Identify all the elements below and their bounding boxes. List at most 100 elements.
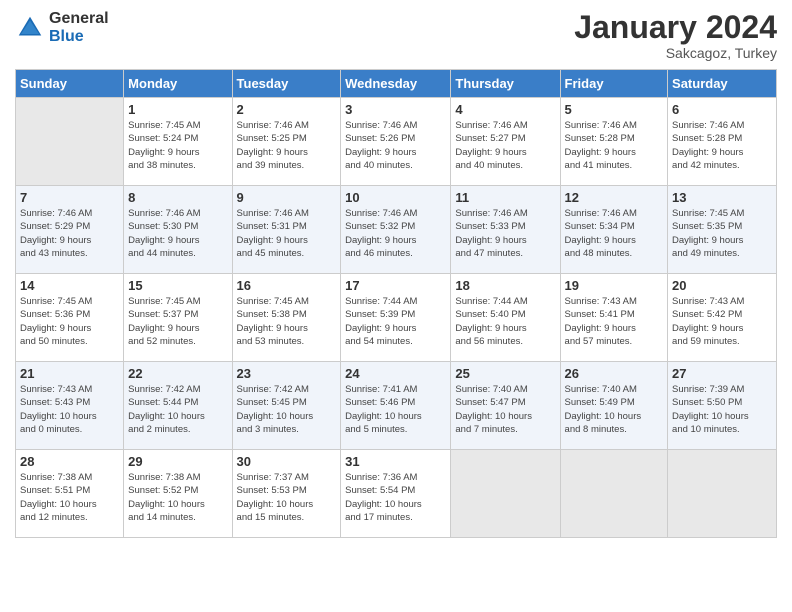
day-info: Sunrise: 7:46 AM Sunset: 5:28 PM Dayligh… (672, 119, 772, 172)
day-info: Sunrise: 7:46 AM Sunset: 5:33 PM Dayligh… (455, 207, 555, 260)
day-number: 28 (20, 454, 119, 469)
day-number: 8 (128, 190, 227, 205)
day-number: 30 (237, 454, 337, 469)
day-info: Sunrise: 7:45 AM Sunset: 5:37 PM Dayligh… (128, 295, 227, 348)
day-info: Sunrise: 7:45 AM Sunset: 5:36 PM Dayligh… (20, 295, 119, 348)
month-title: January 2024 (574, 10, 777, 45)
header: General Blue January 2024 Sakcagoz, Turk… (15, 10, 777, 61)
calendar-header: SundayMondayTuesdayWednesdayThursdayFrid… (16, 70, 777, 98)
day-number: 1 (128, 102, 227, 117)
calendar-cell: 15 Sunrise: 7:45 AM Sunset: 5:37 PM Dayli… (124, 274, 232, 362)
calendar-table: SundayMondayTuesdayWednesdayThursdayFrid… (15, 69, 777, 538)
day-number: 2 (237, 102, 337, 117)
calendar-cell: 18Sunrise: 7:44 AM Sunset: 5:40 PM Dayli… (451, 274, 560, 362)
day-info: Sunrise: 7:44 AM Sunset: 5:39 PM Dayligh… (345, 295, 446, 348)
day-info: Sunrise: 7:43 AM Sunset: 5:42 PM Dayligh… (672, 295, 772, 348)
week-row-4: 21Sunrise: 7:43 AM Sunset: 5:43 PM Dayli… (16, 362, 777, 450)
day-info: Sunrise: 7:45 AM Sunset: 5:24 PM Dayligh… (128, 119, 227, 172)
title-area: January 2024 Sakcagoz, Turkey (574, 10, 777, 61)
day-info: Sunrise: 7:36 AM Sunset: 5:54 PM Dayligh… (345, 471, 446, 524)
calendar-cell: 25Sunrise: 7:40 AM Sunset: 5:47 PM Dayli… (451, 362, 560, 450)
day-number: 16 (237, 278, 337, 293)
calendar-cell: 8 Sunrise: 7:46 AM Sunset: 5:30 PM Daylig… (124, 186, 232, 274)
week-row-2: 7 Sunrise: 7:46 AM Sunset: 5:29 PM Daylig… (16, 186, 777, 274)
calendar-cell: 12Sunrise: 7:46 AM Sunset: 5:34 PM Dayli… (560, 186, 668, 274)
calendar-cell: 9Sunrise: 7:46 AM Sunset: 5:31 PM Daylig… (232, 186, 341, 274)
day-info: Sunrise: 7:46 AM Sunset: 5:32 PM Dayligh… (345, 207, 446, 260)
page: General Blue January 2024 Sakcagoz, Turk… (0, 0, 792, 612)
day-number: 15 (128, 278, 227, 293)
calendar-cell: 19 Sunrise: 7:43 AM Sunset: 5:41 PM Dayli… (560, 274, 668, 362)
day-info: Sunrise: 7:46 AM Sunset: 5:34 PM Dayligh… (565, 207, 664, 260)
day-number: 31 (345, 454, 446, 469)
logo-blue: Blue (49, 28, 109, 46)
day-number: 29 (128, 454, 227, 469)
day-info: Sunrise: 7:40 AM Sunset: 5:49 PM Dayligh… (565, 383, 664, 436)
day-number: 26 (565, 366, 664, 381)
logo-general: General (49, 10, 109, 28)
day-header-monday: Monday (124, 70, 232, 98)
day-info: Sunrise: 7:46 AM Sunset: 5:26 PM Dayligh… (345, 119, 446, 172)
day-number: 3 (345, 102, 446, 117)
day-info: Sunrise: 7:42 AM Sunset: 5:45 PM Dayligh… (237, 383, 337, 436)
calendar-cell: 4Sunrise: 7:46 AM Sunset: 5:27 PM Daylig… (451, 98, 560, 186)
day-number: 11 (455, 190, 555, 205)
day-info: Sunrise: 7:46 AM Sunset: 5:30 PM Dayligh… (128, 207, 227, 260)
day-number: 6 (672, 102, 772, 117)
calendar-cell (451, 450, 560, 538)
calendar-cell: 29Sunrise: 7:38 AM Sunset: 5:52 PM Dayli… (124, 450, 232, 538)
day-info: Sunrise: 7:45 AM Sunset: 5:38 PM Dayligh… (237, 295, 337, 348)
day-number: 21 (20, 366, 119, 381)
day-header-saturday: Saturday (668, 70, 777, 98)
day-info: Sunrise: 7:37 AM Sunset: 5:53 PM Dayligh… (237, 471, 337, 524)
calendar-cell: 7 Sunrise: 7:46 AM Sunset: 5:29 PM Daylig… (16, 186, 124, 274)
calendar-cell: 6 Sunrise: 7:46 AM Sunset: 5:28 PM Daylig… (668, 98, 777, 186)
day-number: 10 (345, 190, 446, 205)
day-info: Sunrise: 7:39 AM Sunset: 5:50 PM Dayligh… (672, 383, 772, 436)
day-number: 17 (345, 278, 446, 293)
week-row-3: 14 Sunrise: 7:45 AM Sunset: 5:36 PM Dayli… (16, 274, 777, 362)
location-subtitle: Sakcagoz, Turkey (574, 45, 777, 61)
calendar-cell: 11 Sunrise: 7:46 AM Sunset: 5:33 PM Dayli… (451, 186, 560, 274)
day-number: 22 (128, 366, 227, 381)
day-header-row: SundayMondayTuesdayWednesdayThursdayFrid… (16, 70, 777, 98)
day-number: 27 (672, 366, 772, 381)
calendar-cell: 27 Sunrise: 7:39 AM Sunset: 5:50 PM Dayli… (668, 362, 777, 450)
day-number: 24 (345, 366, 446, 381)
day-info: Sunrise: 7:38 AM Sunset: 5:51 PM Dayligh… (20, 471, 119, 524)
day-info: Sunrise: 7:44 AM Sunset: 5:40 PM Dayligh… (455, 295, 555, 348)
week-row-1: 1 Sunrise: 7:45 AM Sunset: 5:24 PM Daylig… (16, 98, 777, 186)
logo-text: General Blue (49, 10, 109, 45)
calendar-cell: 5Sunrise: 7:46 AM Sunset: 5:28 PM Daylig… (560, 98, 668, 186)
day-number: 20 (672, 278, 772, 293)
day-info: Sunrise: 7:46 AM Sunset: 5:27 PM Dayligh… (455, 119, 555, 172)
calendar-cell (560, 450, 668, 538)
calendar-cell: 30 Sunrise: 7:37 AM Sunset: 5:53 PM Dayli… (232, 450, 341, 538)
calendar-cell (16, 98, 124, 186)
day-header-tuesday: Tuesday (232, 70, 341, 98)
day-number: 7 (20, 190, 119, 205)
calendar-cell: 14 Sunrise: 7:45 AM Sunset: 5:36 PM Dayli… (16, 274, 124, 362)
calendar-cell: 31 Sunrise: 7:36 AM Sunset: 5:54 PM Dayli… (341, 450, 451, 538)
day-number: 19 (565, 278, 664, 293)
day-info: Sunrise: 7:46 AM Sunset: 5:29 PM Dayligh… (20, 207, 119, 260)
day-info: Sunrise: 7:46 AM Sunset: 5:28 PM Dayligh… (565, 119, 664, 172)
calendar-cell: 1 Sunrise: 7:45 AM Sunset: 5:24 PM Daylig… (124, 98, 232, 186)
day-info: Sunrise: 7:46 AM Sunset: 5:31 PM Dayligh… (237, 207, 337, 260)
calendar-cell: 3 Sunrise: 7:46 AM Sunset: 5:26 PM Daylig… (341, 98, 451, 186)
day-header-friday: Friday (560, 70, 668, 98)
calendar-cell: 23 Sunrise: 7:42 AM Sunset: 5:45 PM Dayli… (232, 362, 341, 450)
calendar-cell (668, 450, 777, 538)
calendar-cell: 21Sunrise: 7:43 AM Sunset: 5:43 PM Dayli… (16, 362, 124, 450)
logo: General Blue (15, 10, 109, 45)
calendar-cell: 2 Sunrise: 7:46 AM Sunset: 5:25 PM Daylig… (232, 98, 341, 186)
calendar-cell: 26 Sunrise: 7:40 AM Sunset: 5:49 PM Dayli… (560, 362, 668, 450)
day-header-thursday: Thursday (451, 70, 560, 98)
day-info: Sunrise: 7:46 AM Sunset: 5:25 PM Dayligh… (237, 119, 337, 172)
day-number: 14 (20, 278, 119, 293)
day-info: Sunrise: 7:43 AM Sunset: 5:41 PM Dayligh… (565, 295, 664, 348)
day-number: 23 (237, 366, 337, 381)
week-row-5: 28 Sunrise: 7:38 AM Sunset: 5:51 PM Dayli… (16, 450, 777, 538)
calendar-cell: 24Sunrise: 7:41 AM Sunset: 5:46 PM Dayli… (341, 362, 451, 450)
calendar-cell: 17 Sunrise: 7:44 AM Sunset: 5:39 PM Dayli… (341, 274, 451, 362)
